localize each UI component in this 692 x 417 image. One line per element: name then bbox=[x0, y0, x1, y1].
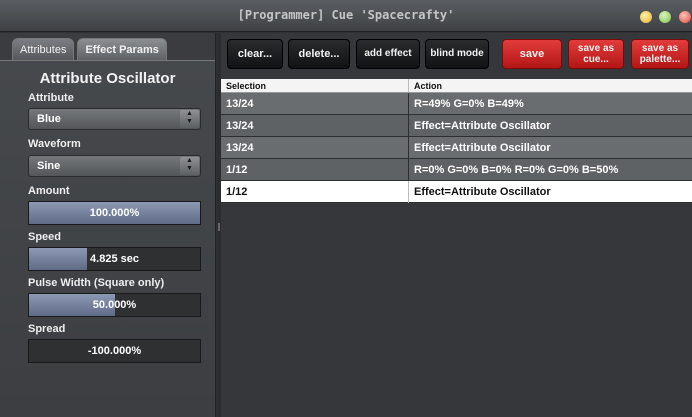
table-row[interactable]: 13/24 Effect=Attribute Oscillator bbox=[221, 137, 692, 159]
programmer-table: Selection Action 13/24 R=49% G=0% B=49% … bbox=[221, 79, 692, 203]
blind-mode-button[interactable]: blind mode bbox=[425, 39, 489, 69]
selection-cell: 1/12 bbox=[221, 181, 409, 203]
tab-attributes[interactable]: Attributes bbox=[12, 38, 75, 60]
effect-params-panel: Attribute Oscillator Attribute Blue ▲ ▼ W… bbox=[0, 60, 215, 417]
close-button[interactable] bbox=[679, 11, 691, 23]
delete-button-label: delete... bbox=[298, 48, 340, 60]
waveform-label: Waveform bbox=[28, 138, 81, 150]
table-header: Selection Action bbox=[221, 79, 692, 93]
pulse-width-slider[interactable]: 50.000% bbox=[28, 293, 201, 317]
save-as-cue-label-line1: save as bbox=[577, 43, 615, 54]
sidebar-tabs: Attributes Effect Params bbox=[12, 38, 170, 60]
attribute-select[interactable]: Blue ▲ ▼ bbox=[28, 108, 201, 130]
save-as-cue-label: save as cue... bbox=[569, 40, 623, 65]
save-as-palette-label: save as palette... bbox=[632, 40, 688, 65]
waveform-select-value: Sine bbox=[37, 160, 61, 172]
table-row-selected[interactable]: 1/12 Effect=Attribute Oscillator bbox=[221, 181, 692, 203]
save-as-cue-label-line2: cue... bbox=[583, 54, 609, 65]
panel-title: Attribute Oscillator bbox=[39, 70, 176, 87]
column-header-action[interactable]: Action bbox=[410, 79, 692, 93]
speed-label: Speed bbox=[28, 231, 62, 243]
maximize-button[interactable] bbox=[659, 11, 671, 23]
save-as-cue-button[interactable]: save as cue... bbox=[568, 39, 624, 69]
main-area: clear... delete... add effect blind mode… bbox=[221, 33, 692, 417]
delete-button[interactable]: delete... bbox=[288, 39, 350, 69]
save-button[interactable]: save bbox=[502, 39, 562, 69]
selection-cell: 1/12 bbox=[221, 159, 409, 181]
selection-cell: 13/24 bbox=[221, 115, 409, 137]
spread-label: Spread bbox=[28, 323, 66, 335]
save-as-palette-button[interactable]: save as palette... bbox=[631, 39, 689, 69]
tab-effect-params[interactable]: Effect Params bbox=[77, 38, 167, 60]
toolbar: clear... delete... add effect blind mode… bbox=[221, 33, 692, 77]
table-row[interactable]: 1/12 R=0% G=0% B=0% R=0% G=0% B=50% bbox=[221, 159, 692, 181]
spread-value: -100.000% bbox=[87, 345, 142, 357]
save-button-label: save bbox=[519, 48, 545, 60]
waveform-select[interactable]: Sine ▲ ▼ bbox=[28, 155, 201, 177]
speed-slider[interactable]: 4.825 sec bbox=[28, 247, 201, 271]
add-effect-button-label: add effect bbox=[364, 48, 412, 59]
speed-value: 4.825 sec bbox=[90, 253, 139, 265]
action-cell: Effect=Attribute Oscillator bbox=[414, 120, 551, 132]
action-cell: R=0% G=0% B=0% R=0% G=0% B=50% bbox=[414, 164, 619, 176]
pulse-width-value: 50.000% bbox=[92, 299, 137, 311]
up-down-arrows-icon: ▲ ▼ bbox=[180, 110, 199, 128]
clear-button[interactable]: clear... bbox=[227, 39, 283, 69]
attribute-label: Attribute bbox=[28, 92, 74, 104]
table-row[interactable]: 13/24 Effect=Attribute Oscillator bbox=[221, 115, 692, 137]
clear-button-label: clear... bbox=[237, 48, 273, 60]
up-down-arrows-icon: ▲ ▼ bbox=[180, 157, 199, 175]
action-cell: Effect=Attribute Oscillator bbox=[414, 142, 551, 154]
sidebar: Attributes Effect Params Attribute Oscil… bbox=[0, 33, 216, 417]
selection-cell: 13/24 bbox=[221, 137, 409, 159]
splitter-grip-icon bbox=[218, 223, 220, 231]
amount-label: Amount bbox=[28, 185, 70, 197]
amount-value: 100.000% bbox=[89, 207, 140, 219]
add-effect-button[interactable]: add effect bbox=[356, 39, 420, 69]
save-as-palette-label-line2: palette... bbox=[639, 54, 681, 65]
blind-mode-button-label: blind mode bbox=[430, 48, 484, 59]
window-title: [Programmer] Cue 'Spacecrafty' bbox=[237, 8, 455, 22]
minimize-button[interactable] bbox=[640, 11, 652, 23]
column-header-selection[interactable]: Selection bbox=[221, 79, 409, 93]
table-row[interactable]: 13/24 R=49% G=0% B=49% bbox=[221, 93, 692, 115]
spread-slider[interactable]: -100.000% bbox=[28, 339, 201, 363]
title-bar: [Programmer] Cue 'Spacecrafty' bbox=[0, 0, 692, 32]
selection-cell: 13/24 bbox=[221, 93, 409, 115]
action-cell: R=49% G=0% B=49% bbox=[414, 98, 524, 110]
save-as-palette-label-line1: save as bbox=[641, 43, 679, 54]
amount-slider[interactable]: 100.000% bbox=[28, 201, 201, 225]
attribute-select-value: Blue bbox=[37, 113, 61, 125]
action-cell: Effect=Attribute Oscillator bbox=[414, 186, 551, 198]
pulse-width-label: Pulse Width (Square only) bbox=[28, 277, 165, 289]
